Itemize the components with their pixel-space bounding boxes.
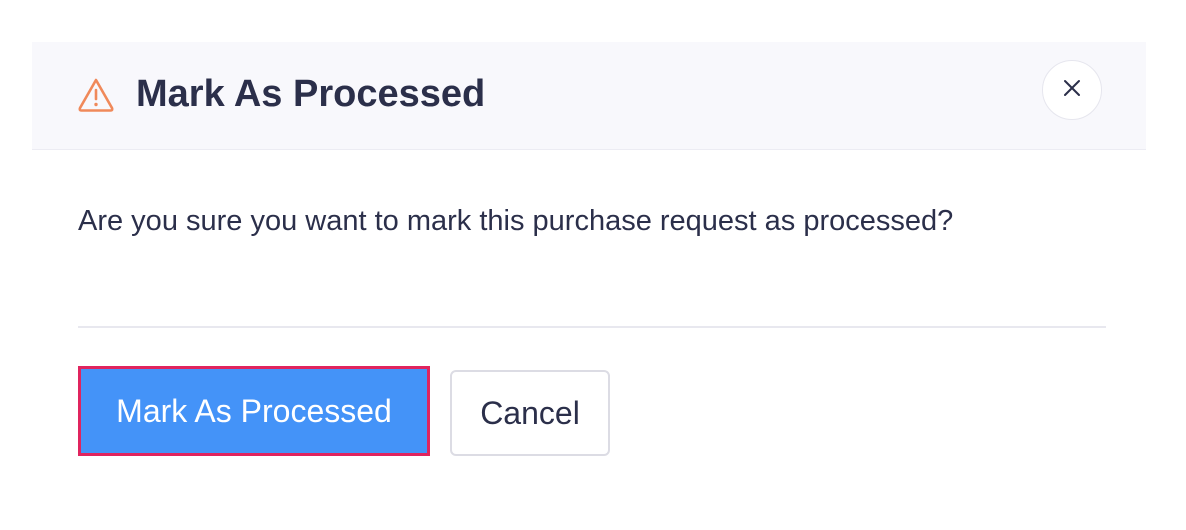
mark-processed-dialog: Mark As Processed Are you sure you want …	[32, 42, 1146, 530]
cancel-button[interactable]: Cancel	[450, 370, 610, 456]
warning-triangle-icon	[76, 75, 116, 115]
mark-as-processed-button[interactable]: Mark As Processed	[78, 366, 430, 456]
dialog-title: Mark As Processed	[136, 73, 486, 115]
confirmation-message: Are you sure you want to mark this purch…	[78, 205, 954, 237]
dialog-header: Mark As Processed	[32, 42, 1146, 150]
divider	[78, 326, 1106, 328]
close-button[interactable]	[1042, 60, 1102, 120]
close-icon	[1061, 77, 1083, 104]
